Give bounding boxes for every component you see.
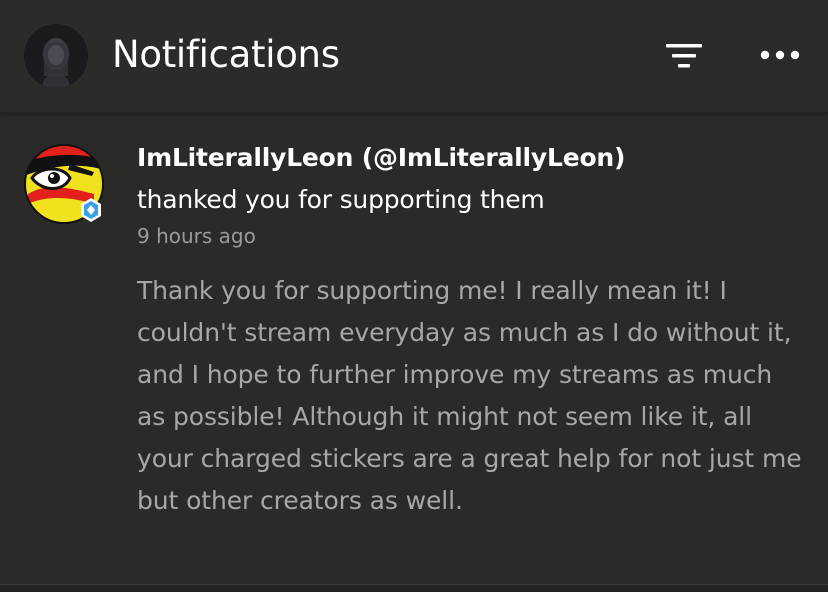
app-header: Notifications xyxy=(0,0,828,112)
filter-icon xyxy=(666,44,702,68)
filter-button[interactable] xyxy=(656,36,712,76)
sender-name[interactable]: ImLiterallyLeon (@ImLiterallyLeon) xyxy=(137,143,625,172)
more-options-button[interactable] xyxy=(752,36,808,76)
list-divider xyxy=(0,584,828,592)
profile-picture-icon xyxy=(24,24,88,88)
sender-avatar-icon xyxy=(24,144,104,224)
notification-message: Thank you for supporting me! I really me… xyxy=(137,276,802,515)
notification-action: thanked you for supporting them xyxy=(137,185,545,214)
user-avatar[interactable] xyxy=(24,24,88,88)
notifications-screen: Notifications ImLiterallyLeon (@ImLitera… xyxy=(0,0,828,592)
notification-timestamp: 9 hours ago xyxy=(137,224,256,248)
sender-avatar[interactable] xyxy=(24,144,104,224)
more-horizontal-icon xyxy=(760,50,800,60)
page-title: Notifications xyxy=(112,33,340,76)
